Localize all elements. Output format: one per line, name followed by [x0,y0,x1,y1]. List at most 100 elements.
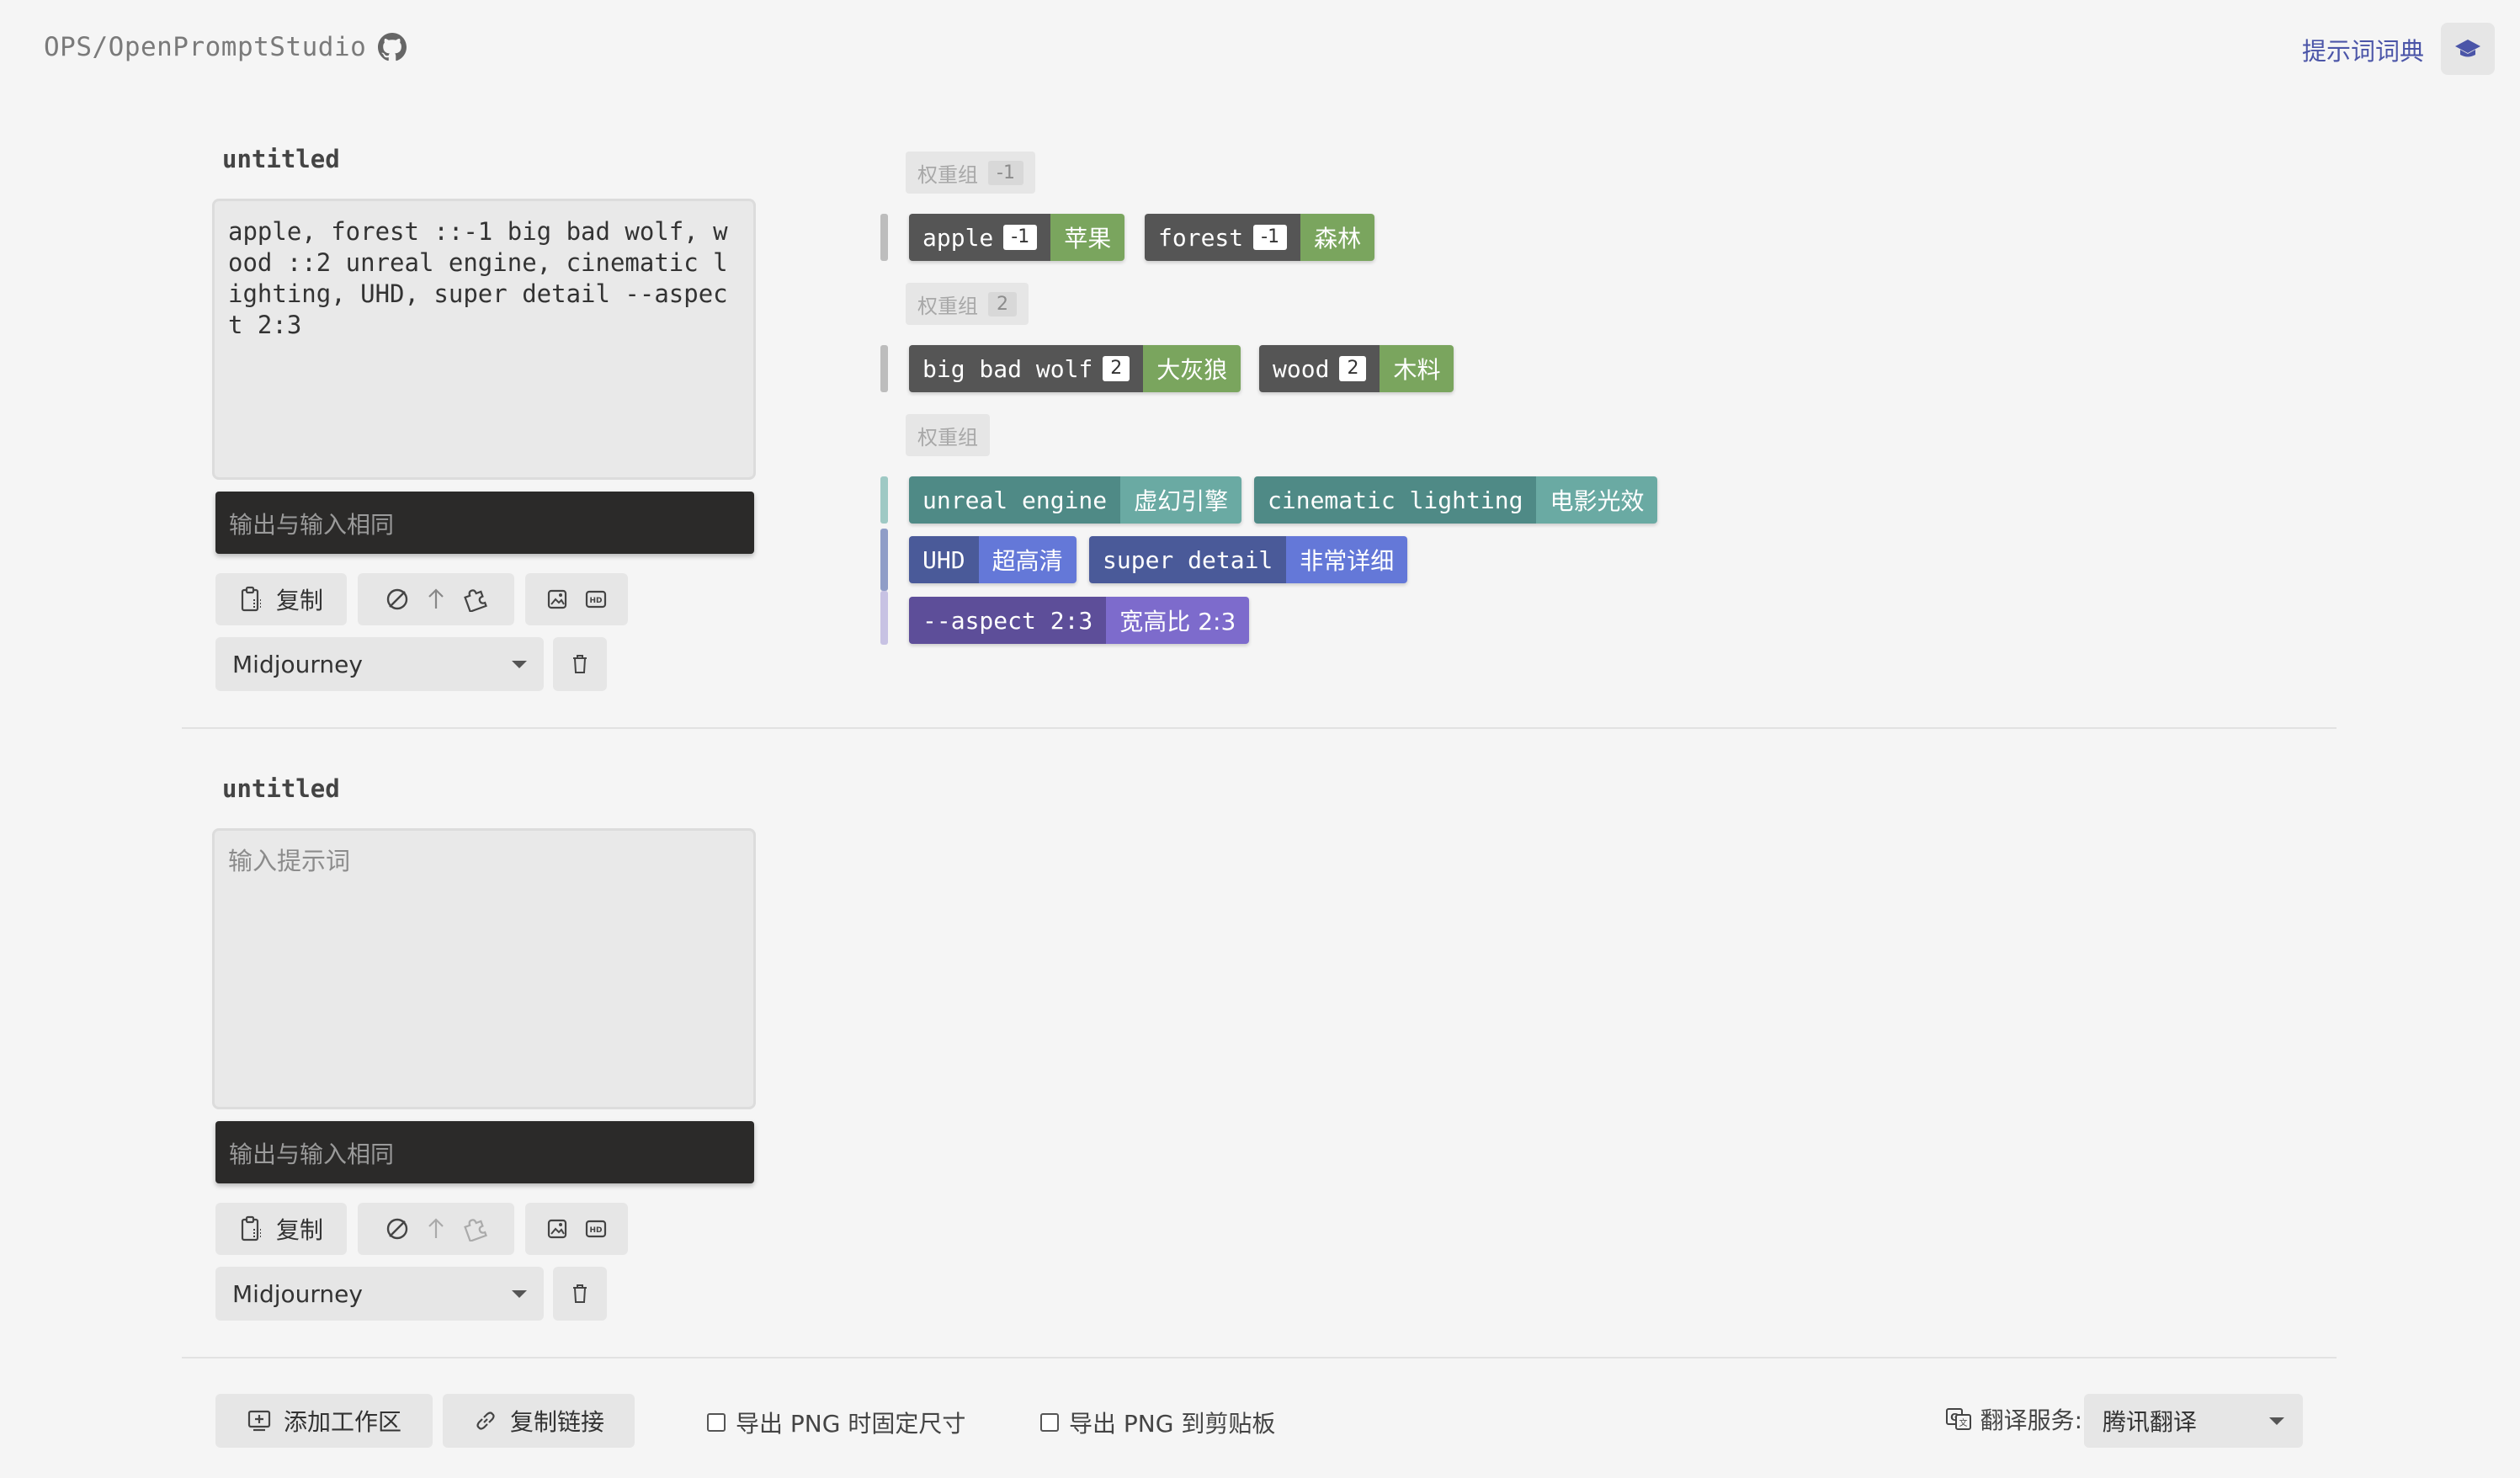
tag-text: UHD [909,536,979,583]
export-fixed-size-option[interactable]: 导出 PNG 时固定尺寸 [707,1406,965,1439]
chevron-down-icon [2269,1417,2284,1425]
tag-chip[interactable]: cinematic lighting 电影光效 [1254,476,1658,524]
arrow-up-icon [428,588,444,609]
tag-translation: 虚幻引擎 [1120,476,1242,524]
trash-icon [573,655,587,673]
output-field: 输出与输入相同 [215,1121,754,1183]
tool-group [358,573,514,625]
clipboard-icon [241,1215,261,1241]
export-clipboard-option[interactable]: 导出 PNG 到剪贴板 [1040,1406,1275,1439]
tag-chip[interactable]: forest -1 森林 [1145,214,1375,261]
clear-button[interactable] [378,573,417,625]
workspace-title: untitled [222,145,340,173]
copy-button[interactable]: 复制 [215,1203,347,1255]
clear-icon [386,588,408,610]
tag-translation: 宽高比 2:3 [1106,597,1250,644]
hd-button[interactable]: HD [577,573,615,625]
image-tool-group: HD [525,573,628,625]
add-box-icon [247,1410,271,1432]
workspace-title: untitled [222,774,340,803]
image-tool-group: HD [525,1203,628,1255]
github-icon[interactable] [378,33,407,61]
translate-button[interactable] [455,573,494,625]
weight-group-value: -1 [988,160,1023,185]
brand-title: OPS/OpenPromptStudio [44,32,367,62]
clear-button[interactable] [378,1203,417,1255]
export-fixed-size-label: 导出 PNG 时固定尺寸 [736,1410,966,1438]
tag-chip[interactable]: UHD 超高清 [909,536,1077,583]
svg-text:HD: HD [589,1226,602,1235]
workspace-divider [182,727,2337,729]
puzzle-icon [464,589,487,612]
image-icon [547,1219,567,1239]
weight-group-title: 权重组 [917,425,978,449]
export-clipboard-label: 导出 PNG 到剪贴板 [1069,1410,1276,1438]
weight-group-value: 2 [988,291,1017,316]
weight-group-title: 权重组 [917,294,978,318]
tag-text: forest [1158,223,1244,252]
chevron-down-icon [512,1289,527,1298]
svg-text:文: 文 [1959,1417,1967,1428]
tag-translation: 大灰狼 [1143,345,1241,392]
group-indicator [880,345,888,392]
translate-icon: G文 [1945,1408,1971,1430]
copy-label: 复制 [275,587,323,614]
hd-icon: HD [585,590,607,609]
image-button[interactable] [538,573,577,625]
hd-button[interactable]: HD [577,1203,615,1255]
graduation-cap-icon [2455,40,2480,57]
translate-service-value: 腾讯翻译 [2103,1408,2198,1436]
translate-service-label: G文 翻译服务: [1945,1402,2082,1436]
arrow-up-icon [428,1218,444,1238]
delete-button[interactable] [553,1267,607,1321]
export-clipboard-checkbox[interactable] [1040,1413,1059,1432]
group-indicator-purple [880,591,888,645]
copy-button[interactable]: 复制 [215,573,347,625]
add-workspace-button[interactable]: 添加工作区 [215,1394,433,1448]
engine-select[interactable]: Midjourney [215,1267,544,1321]
tag-chip[interactable]: --aspect 2:3 宽高比 2:3 [909,597,1250,644]
tag-translation: 非常详细 [1286,536,1408,583]
tag-weight: -1 [1253,225,1288,250]
copy-label: 复制 [275,1216,323,1244]
add-workspace-label: 添加工作区 [283,1408,401,1436]
tag-text: wood [1273,354,1330,383]
weight-group-label: 权重组 [906,414,990,456]
link-icon [476,1412,495,1430]
tag-text: apple [922,223,994,252]
tag-chip[interactable]: wood 2 木料 [1259,345,1454,392]
footer-divider [182,1357,2337,1358]
trash-icon [573,1284,587,1303]
tag-weight: 2 [1339,356,1367,381]
translate-button[interactable] [455,1203,494,1255]
tag-chip[interactable]: super detail 非常详细 [1089,536,1408,583]
upload-button[interactable] [417,573,455,625]
translate-service-select[interactable]: 腾讯翻译 [2084,1394,2303,1448]
prompt-input[interactable]: 输入提示词 [212,828,756,1109]
clipboard-icon [241,586,261,612]
tag-chip[interactable]: big bad wolf 2 大灰狼 [909,345,1241,392]
copy-link-label: 复制链接 [509,1408,604,1436]
tag-chip[interactable]: apple -1 苹果 [909,214,1125,261]
engine-select[interactable]: Midjourney [215,637,544,691]
copy-link-button[interactable]: 复制链接 [443,1394,635,1448]
tag-weight: 2 [1103,356,1130,381]
tag-chip[interactable]: unreal engine 虚幻引擎 [909,476,1242,524]
output-field: 输出与输入相同 [215,492,754,554]
graduation-cap-button[interactable] [2441,23,2495,75]
tag-text: --aspect 2:3 [909,597,1107,644]
upload-button[interactable] [417,1203,455,1255]
group-indicator-teal [880,476,888,524]
tag-text: unreal engine [909,476,1121,524]
brand: OPS/OpenPromptStudio [44,32,407,62]
hd-icon: HD [585,1220,607,1238]
tag-translation: 森林 [1300,214,1375,261]
prompt-input[interactable]: apple, forest ::-1 big bad wolf, wood ::… [212,199,756,480]
engine-value: Midjourney [232,650,363,678]
chevron-down-icon [512,660,527,668]
delete-button[interactable] [553,637,607,691]
prompt-dictionary-link[interactable]: 提示词词典 [2302,32,2424,67]
tag-translation: 超高清 [978,536,1077,583]
export-fixed-size-checkbox[interactable] [707,1413,726,1432]
image-button[interactable] [538,1203,577,1255]
